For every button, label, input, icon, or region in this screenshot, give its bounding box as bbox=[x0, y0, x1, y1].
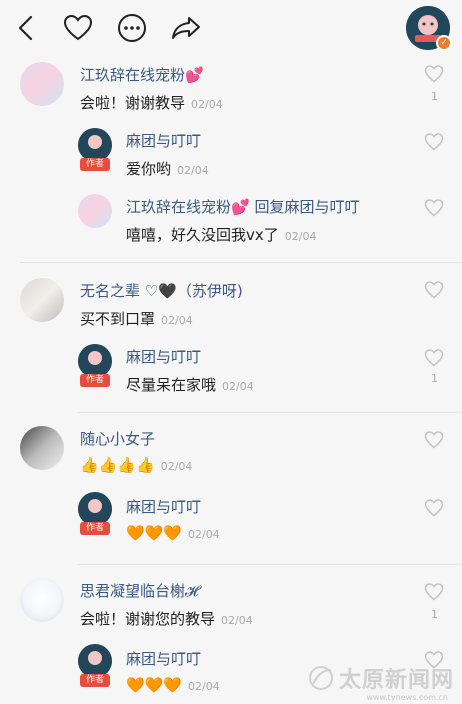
like-icon[interactable] bbox=[424, 64, 444, 84]
reply-text-content: 🧡🧡🧡 bbox=[126, 676, 183, 694]
like-count: 1 bbox=[431, 90, 438, 103]
comment-text: 👍👍👍👍 02/04 bbox=[80, 456, 192, 474]
verified-badge: ✓ bbox=[436, 35, 452, 51]
author-avatar-image bbox=[78, 644, 112, 678]
reply-name[interactable]: 麻团与叮叮 bbox=[126, 648, 201, 669]
like-icon[interactable] bbox=[424, 280, 444, 300]
author-reply-avatar[interactable] bbox=[78, 644, 112, 678]
reply-text-content: 爱你哟 bbox=[126, 160, 172, 178]
like-icon[interactable] bbox=[424, 348, 444, 368]
user-avatar[interactable] bbox=[20, 426, 64, 470]
reply-text: 尽量呆在家哦 02/04 bbox=[126, 374, 254, 395]
more-icon[interactable] bbox=[114, 10, 150, 46]
reply-date: 02/04 bbox=[177, 164, 209, 177]
user-avatar[interactable] bbox=[20, 578, 64, 622]
divider bbox=[78, 412, 462, 413]
reply-date: 02/04 bbox=[188, 528, 220, 541]
reply-text: 🧡🧡🧡 02/04 bbox=[126, 676, 220, 694]
watermark-logo-icon bbox=[308, 666, 333, 690]
reply-name[interactable]: 麻团与叮叮 bbox=[126, 496, 201, 517]
comment-text-content: 会啦！谢谢您的教导 bbox=[80, 610, 216, 628]
watermark-url: www.tynews.com.cn bbox=[366, 693, 448, 702]
back-icon[interactable] bbox=[8, 10, 44, 46]
like-count: 1 bbox=[431, 372, 438, 385]
like-icon[interactable] bbox=[424, 198, 444, 218]
like-count: 1 bbox=[431, 608, 438, 621]
author-avatar-image bbox=[78, 344, 112, 378]
comment-date: 02/04 bbox=[221, 614, 253, 627]
like-icon[interactable] bbox=[424, 132, 444, 152]
author-avatar-image bbox=[78, 128, 112, 162]
author-tag: 作者 bbox=[80, 374, 110, 387]
like-icon[interactable] bbox=[424, 498, 444, 518]
reply-text: 嘻嘻，好久没回我vx了 02/04 bbox=[126, 224, 316, 245]
comment-text-content: 👍👍👍👍 bbox=[80, 456, 155, 474]
top-bar: ✓ bbox=[0, 0, 462, 58]
comment-text-content: 会啦！谢谢教导 bbox=[80, 94, 186, 112]
author-tag: 作者 bbox=[80, 674, 110, 687]
commenter-name[interactable]: 无名之辈 ♡🖤（苏伊呀) bbox=[80, 280, 243, 301]
reply-text-content: 嘻嘻，好久没回我vx了 bbox=[126, 226, 279, 244]
comment-text: 会啦！谢谢教导 02/04 bbox=[80, 92, 223, 113]
user-avatar[interactable] bbox=[20, 278, 64, 322]
comment-text: 会啦！谢谢您的教导 02/04 bbox=[80, 608, 253, 629]
reply-date: 02/04 bbox=[284, 230, 317, 243]
heart-icon[interactable] bbox=[60, 10, 96, 46]
reply-text: 爱你哟 02/04 bbox=[126, 158, 209, 179]
commenter-name[interactable]: 江玖辞在线宠粉💕 bbox=[80, 64, 204, 85]
user-avatar[interactable] bbox=[20, 62, 64, 106]
reply-name[interactable]: 麻团与叮叮 bbox=[126, 130, 201, 151]
divider bbox=[78, 564, 462, 565]
watermark-text: 太原新闻网 bbox=[338, 667, 454, 693]
comment-date: 02/04 bbox=[160, 460, 193, 473]
divider bbox=[20, 262, 462, 263]
author-tag: 作者 bbox=[80, 158, 110, 171]
reply-date: 02/04 bbox=[222, 380, 254, 393]
reply-date: 02/04 bbox=[188, 680, 220, 693]
author-reply-avatar[interactable] bbox=[78, 492, 112, 526]
user-avatar[interactable] bbox=[78, 194, 112, 228]
author-tag: 作者 bbox=[80, 522, 110, 535]
comment-date: 02/04 bbox=[191, 98, 223, 111]
author-reply-avatar[interactable] bbox=[78, 344, 112, 378]
commenter-name[interactable]: 随心小女子 bbox=[80, 428, 155, 449]
author-reply-avatar[interactable] bbox=[78, 128, 112, 162]
like-icon[interactable] bbox=[424, 430, 444, 450]
comment-text-content: 买不到口罩 bbox=[80, 310, 156, 328]
comment-text: 买不到口罩 02/04 bbox=[80, 308, 193, 329]
commenter-name[interactable]: 思君凝望临台榭𝓗 bbox=[80, 580, 199, 601]
reply-text-content: 尽量呆在家哦 bbox=[126, 376, 217, 394]
author-avatar-image bbox=[78, 492, 112, 526]
author-avatar[interactable]: ✓ bbox=[406, 6, 452, 51]
reply-name[interactable]: 江玖辞在线宠粉💕 回复麻团与叮叮 bbox=[126, 196, 359, 217]
comment-date: 02/04 bbox=[161, 314, 193, 327]
like-icon[interactable] bbox=[424, 582, 444, 602]
reply-text: 🧡🧡🧡 02/04 bbox=[126, 524, 220, 542]
reply-name[interactable]: 麻团与叮叮 bbox=[126, 346, 201, 367]
share-icon[interactable] bbox=[168, 10, 204, 46]
reply-text-content: 🧡🧡🧡 bbox=[126, 524, 183, 542]
watermark: 太原新闻网 bbox=[307, 662, 454, 694]
